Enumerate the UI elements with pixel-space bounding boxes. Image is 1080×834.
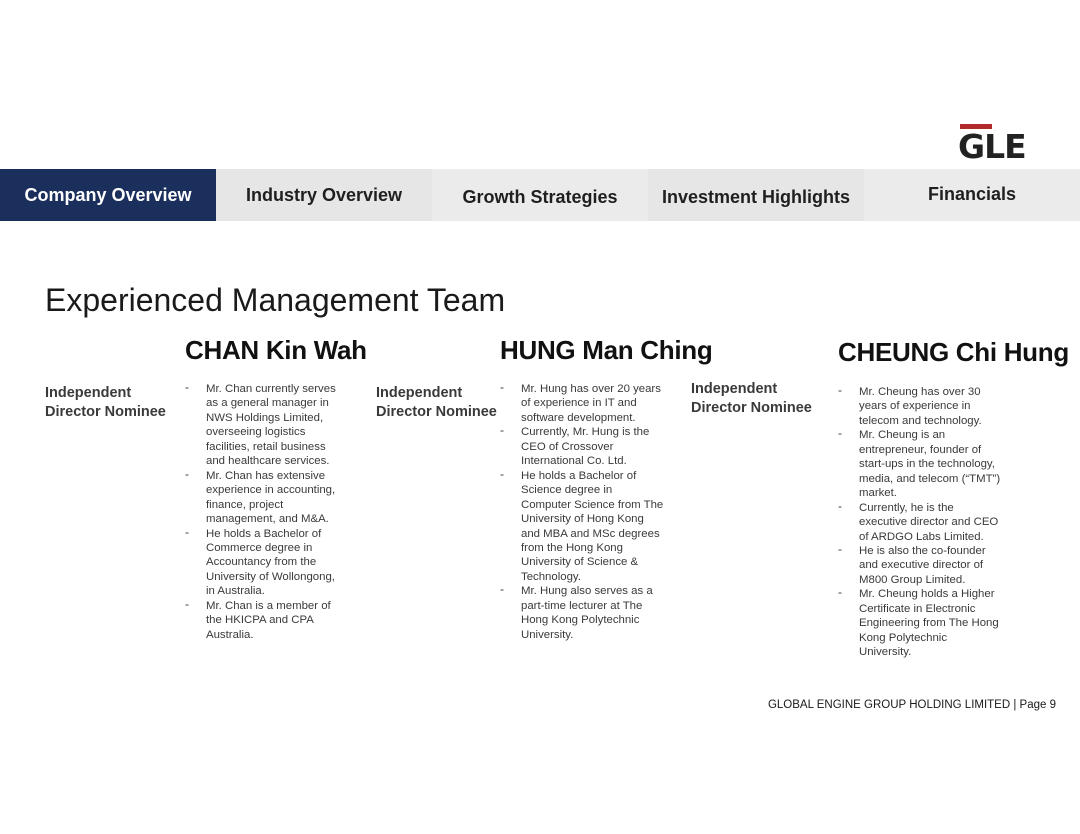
- bio-line: as a general manager in: [206, 397, 329, 410]
- bio-bullet: He is also the co-founder and executive d…: [838, 542, 1038, 587]
- bio-line: University.: [521, 628, 574, 641]
- bio-bullet: Mr. Hung also serves as apart-time lectu…: [500, 582, 680, 642]
- bio-line: management, and M&A.: [206, 513, 329, 526]
- bio-bullet: Mr. Chan has extensive experience in acco…: [185, 467, 360, 527]
- tab-growth-strategies[interactable]: Growth Strategies: [432, 169, 648, 221]
- bio-line: executive director and CEO: [859, 516, 999, 529]
- page-footer: GLOBAL ENGINE GROUP HOLDING LIMITED | Pa…: [767, 699, 1056, 711]
- tab-industry-overview[interactable]: Industry Overview: [216, 169, 432, 221]
- role-line: Independent: [376, 385, 463, 401]
- bio-line: He is also the co-founder: [859, 544, 986, 557]
- bio-line: Mr. Cheung has over 30: [859, 386, 981, 398]
- person-bio-hung: Mr. Hung has over 20 years of experience …: [500, 380, 680, 642]
- bio-line: Technology.: [521, 570, 581, 583]
- bio-line: overseeing logistics: [206, 426, 306, 439]
- bio-line: of ARDGO Labs Limited.: [859, 530, 984, 543]
- bio-line: entrepreneur, founder of: [859, 443, 982, 456]
- bio-line: University of Hong Kong: [521, 513, 644, 526]
- bio-line: University.: [859, 646, 912, 659]
- bio-line: NWS Holdings Limited,: [206, 411, 324, 424]
- bio-line: Mr. Hung has over 20 years: [521, 383, 661, 395]
- bio-bullet: Mr. Cheung holds a HigherCertificate in …: [838, 585, 1038, 659]
- person-bio-cheung: Mr. Cheung has over 30 years of experienc…: [838, 383, 1038, 660]
- role-line: Director Nominee: [376, 403, 497, 420]
- bio-line: Mr. Chan is a member of: [206, 599, 331, 612]
- bio-bullet: He holds a Bachelor ofCommerce degree in…: [185, 525, 360, 599]
- bio-line: International Co. Ltd.: [521, 455, 627, 468]
- bio-line: and executive director of: [859, 559, 984, 572]
- bio-line: years of experience in: [859, 400, 971, 413]
- tab-financials[interactable]: Financials: [864, 169, 1080, 221]
- bio-line: CEO of Crossover: [521, 440, 614, 453]
- bio-line: Currently, Mr. Hung is the: [521, 426, 650, 439]
- company-logo: GLE: [958, 124, 1044, 166]
- person-bio-chan: Mr. Chan currently serves as a general ma…: [185, 380, 360, 642]
- bio-line: Mr. Chan currently serves: [206, 383, 336, 395]
- bio-bullet: He holds a Bachelor of Science degree inC…: [500, 467, 680, 585]
- bio-line: M800 Group Limited.: [859, 573, 966, 586]
- bio-line: and MBA and MSc degrees: [521, 527, 660, 540]
- bio-line: He holds a Bachelor of: [206, 527, 322, 540]
- bio-line: He holds a Bachelor of: [521, 469, 637, 482]
- bio-line: Hong Kong Polytechnic: [521, 614, 640, 627]
- bio-line: facilities, retail business: [206, 440, 326, 453]
- bio-line: Commerce degree in: [206, 541, 313, 554]
- section-nav: Company Overview Industry Overview Growt…: [0, 169, 1080, 221]
- bio-line: part-time lecturer at The: [521, 599, 643, 612]
- bio-bullet: Mr. Chan is a member of the HKICPA and CP…: [185, 597, 360, 642]
- role-line: Independent: [691, 381, 778, 397]
- bio-line: market.: [859, 487, 897, 500]
- bio-line: and healthcare services.: [206, 455, 330, 468]
- person-role-cheung: Independent Director Nominee: [691, 380, 831, 417]
- tab-investment-highlights[interactable]: Investment Highlights: [648, 169, 864, 221]
- role-line: Independent: [45, 385, 132, 401]
- bio-bullet: Mr. Chan currently serves as a general ma…: [185, 380, 360, 469]
- bio-bullet: Mr. Cheung is anentrepreneur, founder of…: [838, 426, 1038, 500]
- bio-line: Kong Polytechnic: [859, 631, 948, 644]
- bio-line: the HKICPA and CPA: [206, 614, 314, 627]
- bio-line: Mr. Chan has extensive: [206, 469, 326, 482]
- bio-line: Computer Science from The: [521, 498, 664, 511]
- tab-company-overview[interactable]: Company Overview: [0, 169, 216, 221]
- bio-bullet: Mr. Hung has over 20 years of experience …: [500, 380, 680, 425]
- bio-line: media, and telecom (“TMT”): [859, 472, 1001, 485]
- bio-line: Currently, he is the: [859, 501, 954, 514]
- bio-line: Science degree in: [521, 484, 613, 497]
- bio-line: Certificate in Electronic: [859, 602, 976, 615]
- person-role-chan: Independent Director Nominee: [45, 384, 185, 421]
- bio-bullet: Mr. Cheung has over 30 years of experienc…: [838, 383, 1038, 428]
- bio-line: of experience in IT and: [521, 397, 637, 410]
- bio-line: finance, project: [206, 498, 284, 511]
- bio-bullet: Currently, Mr. Hung is theCEO of Crossov…: [500, 423, 680, 468]
- bio-line: telecom and technology.: [859, 414, 982, 427]
- bio-line: experience in accounting,: [206, 484, 336, 497]
- bio-line: software development.: [521, 411, 636, 424]
- role-line: Director Nominee: [691, 399, 812, 416]
- person-name-cheung: CHEUNG Chi Hung: [838, 337, 1069, 367]
- person-role-hung: Independent Director Nominee: [376, 384, 516, 421]
- bio-line: Australia.: [206, 628, 254, 641]
- bio-line: from the Hong Kong: [521, 541, 623, 554]
- logo-text: GLE: [958, 127, 1027, 166]
- role-line: Director Nominee: [45, 403, 166, 420]
- bio-line: Engineering from The Hong: [859, 617, 999, 630]
- bio-line: Mr. Cheung holds a Higher: [859, 588, 995, 601]
- person-name-hung: HUNG Man Ching: [500, 335, 713, 365]
- bio-line: start-ups in the technology,: [859, 458, 995, 471]
- bio-line: Mr. Cheung is an: [859, 429, 946, 442]
- page-title: Experienced Management Team: [45, 282, 506, 318]
- bio-bullet: Currently, he is the executive director a…: [838, 499, 1038, 544]
- bio-line: Mr. Hung also serves as a: [521, 585, 653, 598]
- bio-line: University of Science &: [521, 556, 639, 569]
- bio-line: in Australia.: [206, 585, 265, 598]
- bio-line: University of Wollongong,: [206, 570, 335, 583]
- person-name-chan: CHAN Kin Wah: [185, 335, 367, 365]
- bio-line: Accountancy from the: [206, 556, 317, 569]
